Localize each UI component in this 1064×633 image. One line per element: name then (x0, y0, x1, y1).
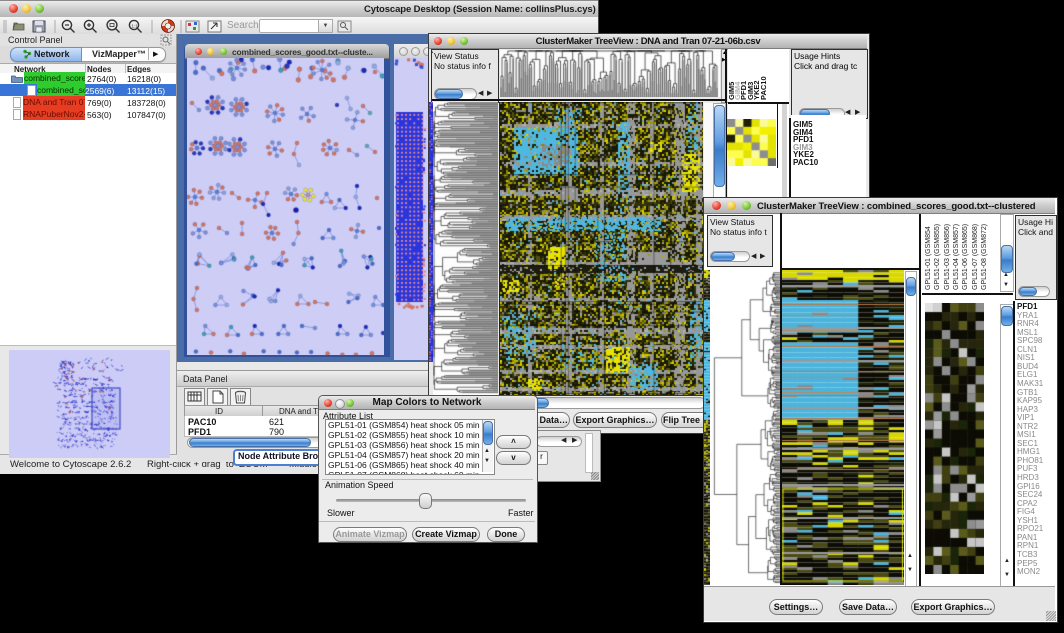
svg-text:1:1: 1:1 (132, 24, 139, 29)
